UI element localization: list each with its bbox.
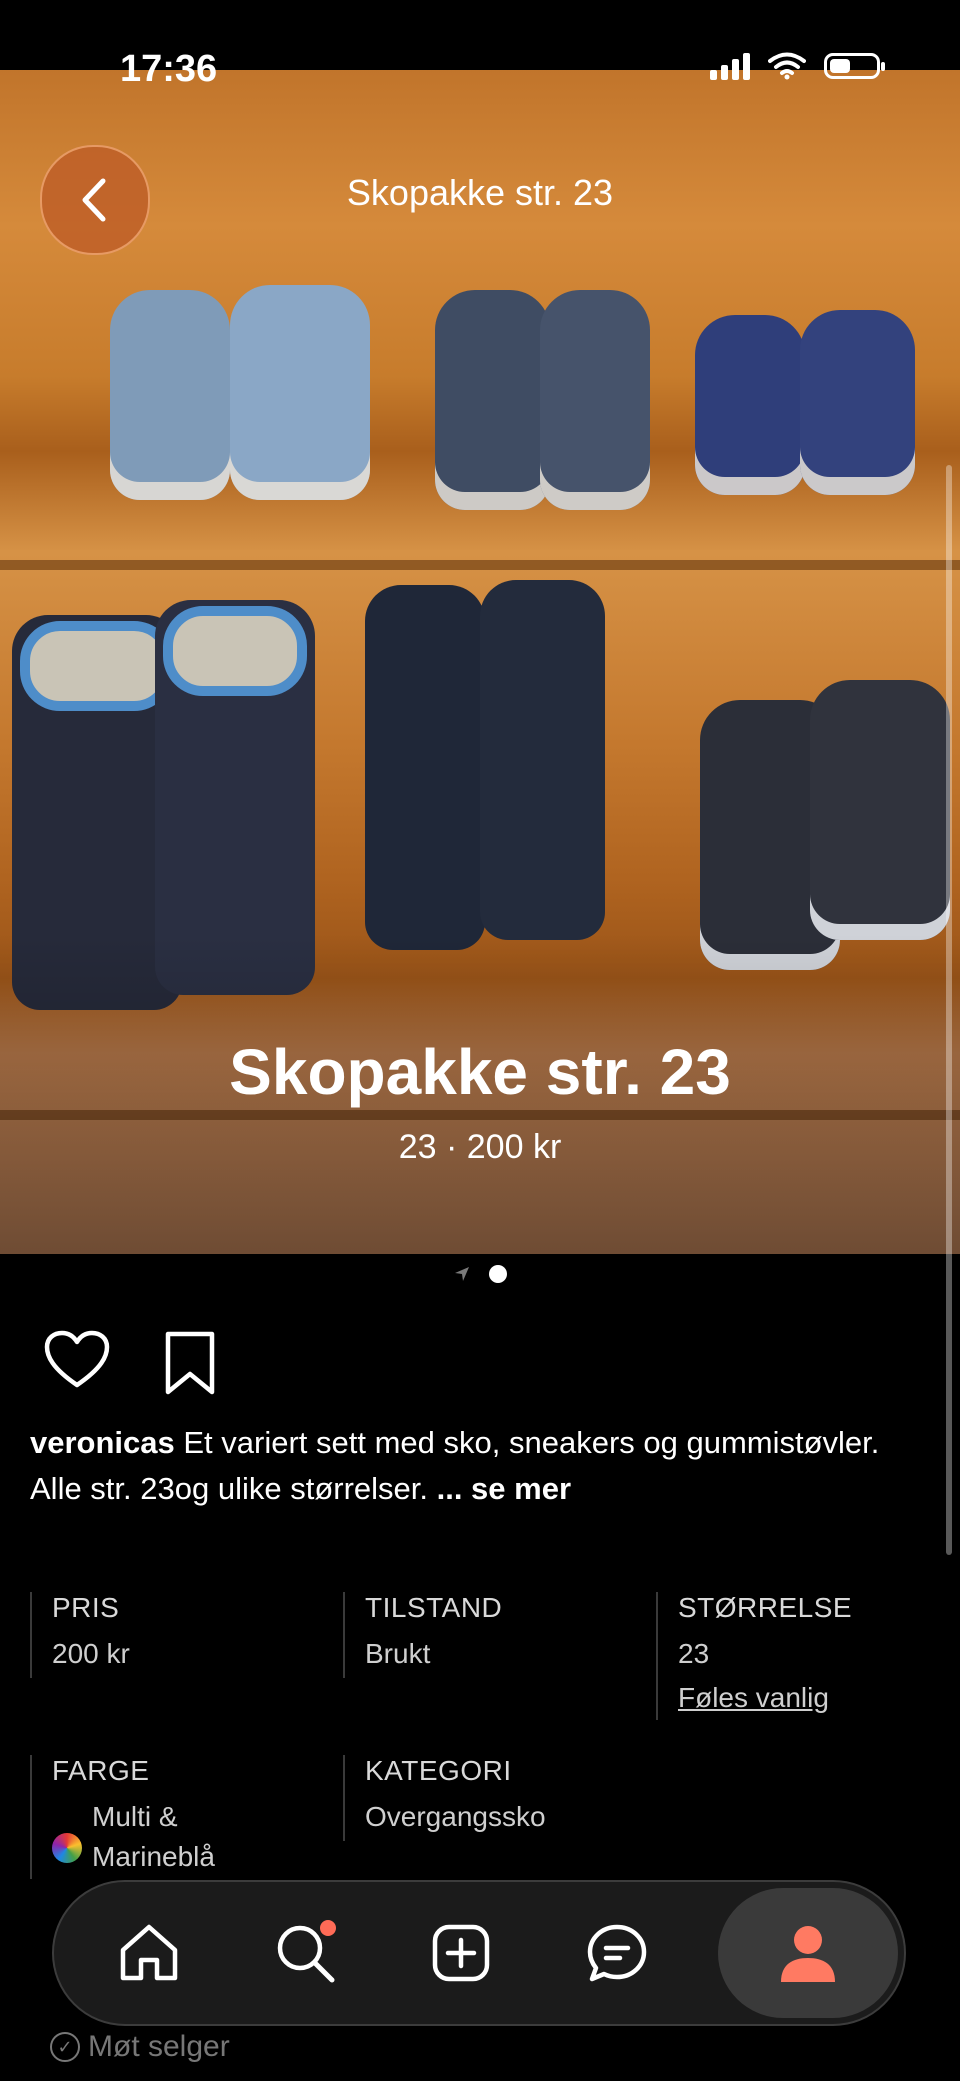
dark-boot-left xyxy=(365,585,485,950)
tab-home[interactable] xyxy=(94,1898,204,2008)
seller-username[interactable]: veronicas xyxy=(30,1425,175,1460)
scrollbar[interactable] xyxy=(946,465,952,1555)
multicolor-swatch-icon xyxy=(52,1833,82,1863)
battery-icon xyxy=(824,53,885,79)
tab-messages[interactable] xyxy=(562,1898,672,2008)
tab-search[interactable] xyxy=(250,1898,360,2008)
listing-title: Skopakke str. 23 xyxy=(229,1036,731,1108)
location-arrow-icon xyxy=(455,1267,469,1281)
check-circle-icon: ✓ xyxy=(50,2032,80,2062)
listing-size-price: 23 · 200 kr xyxy=(398,1128,562,1166)
attr-color-line2: Marineblå xyxy=(92,1841,215,1872)
shoe-blue-velcro-left xyxy=(695,315,805,495)
shoe-light-blue-left xyxy=(110,290,230,500)
attr-category: KATEGORI Overgangssko xyxy=(343,1755,635,1841)
attr-condition-value: Brukt xyxy=(365,1638,431,1669)
attr-price: PRIS 200 kr xyxy=(30,1592,322,1678)
attr-color-label: FARGE xyxy=(52,1755,150,1786)
bookmark-icon[interactable] xyxy=(162,1330,218,1396)
wifi-icon xyxy=(768,52,806,80)
attr-color-value: Multi & Marineblå xyxy=(52,1797,322,1877)
attr-category-label: KATEGORI xyxy=(365,1755,512,1786)
header-title: Skopakke str. 23 xyxy=(346,172,614,213)
attr-category-value: Overgangssko xyxy=(365,1801,546,1832)
pager-dot-active[interactable] xyxy=(489,1265,507,1283)
shoe-navy-sneaker-left xyxy=(435,290,550,510)
shoe-navy-sneaker-right xyxy=(540,290,650,510)
attr-price-value: 200 kr xyxy=(52,1638,130,1669)
chat-icon xyxy=(587,1924,647,1982)
meet-seller-label: Møt selger xyxy=(88,2030,230,2063)
search-notification-badge xyxy=(320,1920,336,1936)
attr-condition-label: TILSTAND xyxy=(365,1592,503,1623)
attr-size-value: 23 xyxy=(678,1638,710,1669)
bottom-tab-bar xyxy=(52,1880,906,2026)
heart-icon[interactable] xyxy=(44,1330,110,1390)
attr-price-label: PRIS xyxy=(52,1592,120,1623)
plus-square-icon xyxy=(432,1924,490,1982)
attr-color-line1: Multi & xyxy=(92,1801,178,1832)
sneaker-grey-red-right xyxy=(810,680,950,940)
shoe-blue-velcro-right xyxy=(800,310,915,495)
see-more-link[interactable]: ... se mer xyxy=(437,1471,571,1506)
attr-color: FARGE Multi & Marineblå xyxy=(30,1755,322,1879)
action-row xyxy=(44,1330,218,1396)
image-pager[interactable] xyxy=(0,1265,960,1283)
size-fit-link[interactable]: Føles vanlig xyxy=(678,1682,918,1714)
listing-description: veronicas Et variert sett med sko, sneak… xyxy=(30,1420,910,1512)
attr-size: STØRRELSE 23 Føles vanlig xyxy=(656,1592,918,1720)
status-time: 17:36 xyxy=(120,48,218,90)
home-icon xyxy=(120,1924,178,1981)
stair-edge xyxy=(0,560,960,570)
attr-condition: TILSTAND Brukt xyxy=(343,1592,635,1678)
person-icon xyxy=(781,1926,835,1982)
dark-boot-right xyxy=(480,580,605,940)
meet-seller-row[interactable]: ✓ Møt selger xyxy=(50,2030,230,2064)
tab-profile[interactable] xyxy=(718,1888,898,2018)
status-icons xyxy=(710,52,885,80)
tab-create[interactable] xyxy=(406,1898,516,2008)
status-bar: 17:36 xyxy=(0,0,960,140)
shoe-light-blue-right xyxy=(230,285,370,500)
attr-size-label: STØRRELSE xyxy=(678,1592,853,1623)
attr-color-text: Multi & Marineblå xyxy=(92,1797,215,1877)
cellular-signal-icon xyxy=(710,52,750,80)
